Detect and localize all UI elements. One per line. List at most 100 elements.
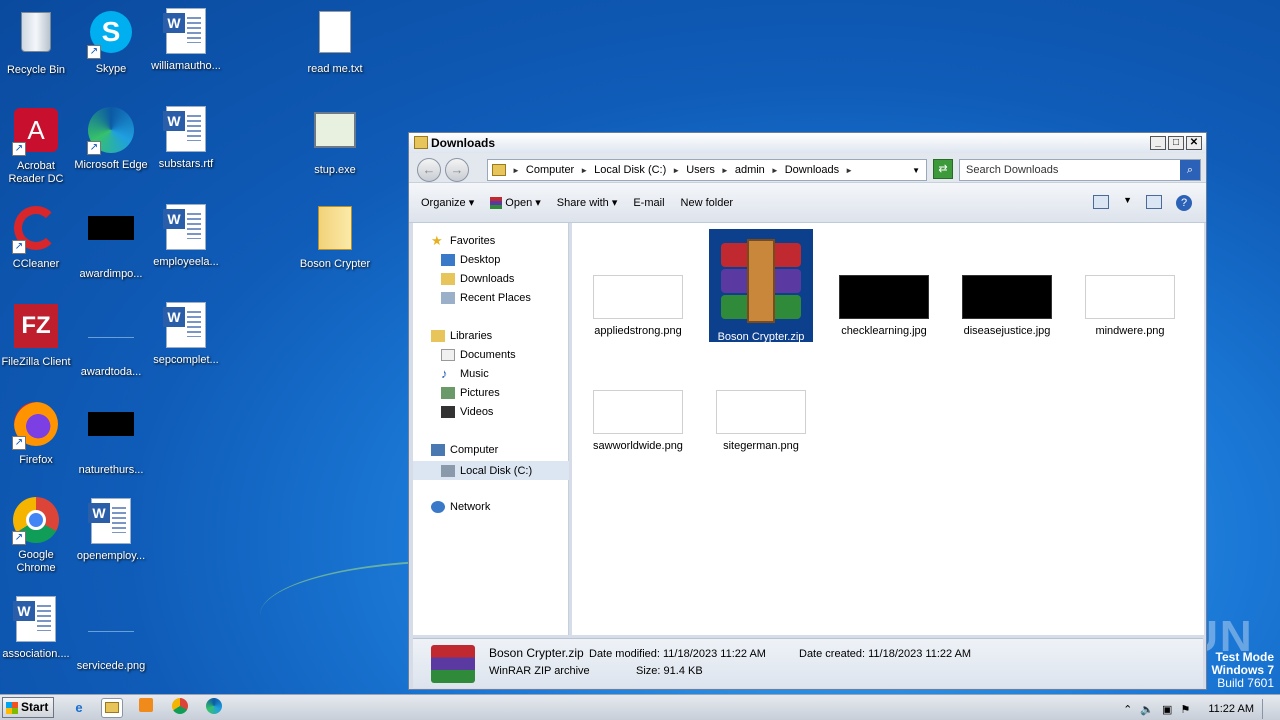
desktop-icon-substars[interactable]: W substars.rtf xyxy=(148,106,224,171)
file-item[interactable]: checklearning.jpg xyxy=(832,275,936,337)
file-name: appliedstrong.png xyxy=(594,325,682,337)
file-item-selected[interactable]: Boson Crypter.zip xyxy=(709,229,813,343)
show-hidden-icons-icon[interactable]: ⌃ xyxy=(1123,703,1132,716)
organize-button[interactable]: Organize ▾ xyxy=(421,196,474,209)
details-date-created: Date created: 11/18/2023 11:22 AM xyxy=(799,648,972,660)
desktop-icon-edge[interactable]: ↗ Microsoft Edge xyxy=(73,106,149,172)
file-item[interactable]: diseasejustice.jpg xyxy=(955,275,1059,337)
help-icon[interactable]: ? xyxy=(1176,195,1192,211)
file-item[interactable]: sawworldwide.png xyxy=(586,390,690,452)
view-dropdown-icon[interactable]: ▼ xyxy=(1123,195,1132,211)
desktop-icon-association[interactable]: W association.... xyxy=(0,596,74,661)
desktop-icon-stup-exe[interactable]: stup.exe xyxy=(297,106,373,177)
breadcrumb-downloads[interactable]: Downloads xyxy=(785,164,839,176)
navigation-pane: ★ Favorites Desktop Downloads Recent Plac… xyxy=(413,223,569,635)
desktop-icon-filezilla[interactable]: FZ FileZilla Client xyxy=(0,302,74,369)
media-player-icon[interactable] xyxy=(135,698,157,718)
edge-icon[interactable] xyxy=(203,698,225,718)
minimize-button[interactable]: _ xyxy=(1150,136,1166,150)
address-bar[interactable]: ► Computer ► Local Disk (C:) ► Users ► a… xyxy=(487,159,927,181)
desktop-icon-skype[interactable]: S ↗ Skype xyxy=(73,8,149,76)
breadcrumb-local-disk[interactable]: Local Disk (C:) xyxy=(594,164,666,176)
forward-button[interactable]: → xyxy=(445,158,469,182)
chevron-right-icon[interactable]: ► xyxy=(580,166,588,175)
nav-libraries[interactable]: Libraries xyxy=(431,330,492,342)
new-folder-button[interactable]: New folder xyxy=(681,197,734,209)
share-with-button[interactable]: Share with ▾ xyxy=(557,196,618,209)
close-button[interactable]: ✕ xyxy=(1186,136,1202,150)
email-button[interactable]: E-mail xyxy=(633,197,664,209)
internet-explorer-icon[interactable]: e xyxy=(68,698,90,718)
desktop-icon-label: substars.rtf xyxy=(158,158,214,170)
nav-downloads[interactable]: Downloads xyxy=(441,273,514,285)
file-item[interactable]: appliedstrong.png xyxy=(586,275,690,337)
breadcrumb-admin[interactable]: admin xyxy=(735,164,765,176)
nav-network[interactable]: Network xyxy=(431,501,490,513)
maximize-button[interactable]: □ xyxy=(1168,136,1184,150)
image-thumbnail xyxy=(593,390,683,434)
desktop-icon-awardimpo[interactable]: awardimpo... xyxy=(73,204,149,281)
desktop-icon-label: awardtoda... xyxy=(80,366,142,378)
desktop-icon-awardtoda[interactable]: awardtoda... xyxy=(73,302,149,379)
change-view-icon[interactable] xyxy=(1093,195,1110,209)
volume-icon[interactable]: 🔈 xyxy=(1140,703,1154,716)
start-button[interactable]: Start xyxy=(2,697,54,718)
nav-music[interactable]: ♪ Music xyxy=(441,367,489,380)
clock[interactable]: 11:22 AM xyxy=(1208,703,1254,715)
preview-pane-icon[interactable] xyxy=(1146,195,1162,209)
desktop-icon-label: employeela... xyxy=(153,256,219,268)
text-file-icon xyxy=(311,11,359,59)
windows-explorer-icon[interactable] xyxy=(101,698,123,718)
desktop-icon-sepcomplet[interactable]: W sepcomplet... xyxy=(148,302,224,367)
desktop-icon-recycle-bin[interactable]: Recycle Bin xyxy=(0,8,74,77)
chevron-right-icon[interactable]: ► xyxy=(672,166,680,175)
desktop-icon-servicede[interactable]: servicede.png xyxy=(73,596,149,673)
desktop-icon-employeela[interactable]: W employeela... xyxy=(148,204,224,269)
show-desktop-button[interactable] xyxy=(1262,699,1272,719)
file-item[interactable]: sitegerman.png xyxy=(709,390,813,452)
open-button[interactable]: Open ▾ xyxy=(490,196,541,210)
desktop-icon-boson-crypter-folder[interactable]: Boson Crypter xyxy=(297,204,373,271)
nav-favorites[interactable]: ★ Favorites xyxy=(431,234,495,247)
refresh-button[interactable]: ⇄ xyxy=(933,159,953,179)
nav-computer[interactable]: Computer xyxy=(431,444,498,456)
file-item[interactable]: mindwere.png xyxy=(1078,275,1182,337)
ccleaner-icon: ↗ xyxy=(12,206,60,254)
chevron-right-icon[interactable]: ► xyxy=(721,166,729,175)
desktop-icon-read-me[interactable]: read me.txt xyxy=(297,8,373,76)
image-file-icon xyxy=(87,412,135,460)
nav-pictures[interactable]: Pictures xyxy=(441,387,500,399)
desktop-icon-firefox[interactable]: ↗ Firefox xyxy=(0,400,74,467)
winrar-archive-icon xyxy=(431,645,475,683)
pictures-icon xyxy=(441,387,455,399)
system-tray: ⌃ 🔈 ▣ ⚑ 11:22 AM xyxy=(1123,699,1272,719)
desktop-icon-naturethurs[interactable]: naturethurs... xyxy=(73,400,149,477)
action-center-icon[interactable]: ⚑ xyxy=(1180,703,1190,716)
desktop-icon-chrome[interactable]: ↗ Google Chrome xyxy=(0,496,74,575)
address-dropdown-icon[interactable]: ▼ xyxy=(912,166,920,175)
breadcrumb-computer[interactable]: Computer xyxy=(526,164,574,176)
chevron-right-icon[interactable]: ► xyxy=(845,166,853,175)
desktop-icon-acrobat[interactable]: A ↗ Acrobat Reader DC xyxy=(0,106,74,186)
desktop-icon-openemploy[interactable]: W openemploy... xyxy=(73,498,149,563)
desktop-icon-label: awardimpo... xyxy=(79,268,143,280)
nav-recent-places[interactable]: Recent Places xyxy=(441,292,531,304)
title-bar[interactable]: Downloads _ □ ✕ xyxy=(409,133,1206,153)
winrar-archive-icon xyxy=(715,235,807,327)
desktop-icon-williamautho[interactable]: W williamautho... xyxy=(148,8,224,73)
back-button[interactable]: ← xyxy=(417,158,441,182)
chevron-right-icon[interactable]: ► xyxy=(771,166,779,175)
desktop-icon-ccleaner[interactable]: ↗ CCleaner xyxy=(0,204,74,271)
recent-places-icon xyxy=(441,292,455,304)
nav-local-disk[interactable]: Local Disk (C:) xyxy=(413,461,569,480)
breadcrumb-users[interactable]: Users xyxy=(686,164,715,176)
chrome-icon[interactable] xyxy=(169,698,191,718)
nav-desktop[interactable]: Desktop xyxy=(441,254,500,266)
command-bar: Organize ▾ Open ▾ Share with ▾ E-mail Ne… xyxy=(409,183,1206,223)
search-icon[interactable]: ⌕ xyxy=(1180,160,1200,180)
desktop-icon-label: read me.txt xyxy=(307,63,363,75)
nav-videos[interactable]: Videos xyxy=(441,406,493,418)
network-icon[interactable]: ▣ xyxy=(1162,703,1172,716)
nav-documents[interactable]: Documents xyxy=(441,349,516,361)
search-input[interactable]: Search Downloads ⌕ xyxy=(959,159,1201,181)
